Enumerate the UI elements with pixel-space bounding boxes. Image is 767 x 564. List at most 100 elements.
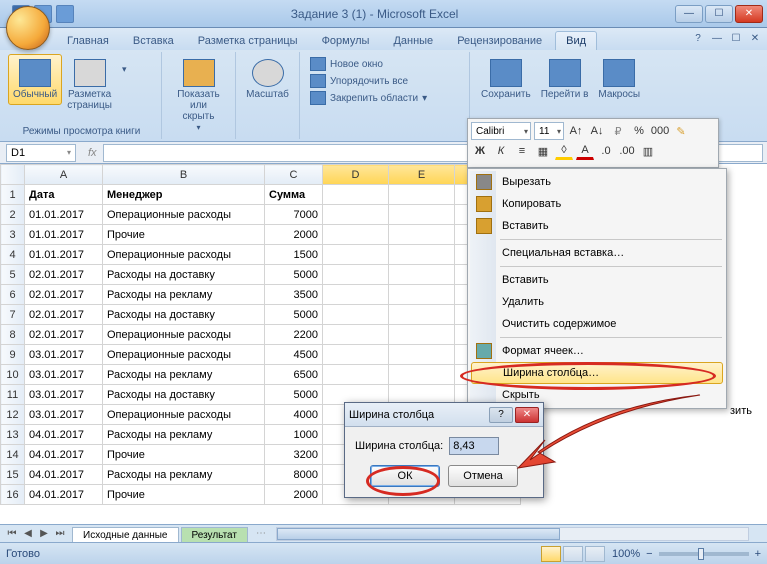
cell[interactable]: 4500 xyxy=(265,345,323,365)
office-button[interactable] xyxy=(6,6,50,50)
zoom-in-button[interactable]: + xyxy=(755,548,761,560)
tab-pagelayout[interactable]: Разметка страницы xyxy=(187,31,309,50)
paint-icon[interactable]: ✎ xyxy=(672,122,690,140)
cell[interactable] xyxy=(323,245,389,265)
new-window-button[interactable]: Новое окно xyxy=(310,56,459,72)
cell[interactable]: 3500 xyxy=(265,285,323,305)
zoom-level[interactable]: 100% xyxy=(612,548,640,560)
tab-review[interactable]: Рецензирование xyxy=(446,31,553,50)
cell[interactable]: Операционные расходы xyxy=(103,205,265,225)
cell[interactable] xyxy=(323,225,389,245)
tab-insert[interactable]: Вставка xyxy=(122,31,185,50)
page-break-view-icon[interactable] xyxy=(585,546,605,562)
col-header-C[interactable]: C xyxy=(265,165,323,185)
cell[interactable]: 01.01.2017 xyxy=(25,225,103,245)
cell[interactable] xyxy=(389,325,455,345)
cell[interactable]: Операционные расходы xyxy=(103,325,265,345)
tab-data[interactable]: Данные xyxy=(382,31,444,50)
cell[interactable] xyxy=(323,365,389,385)
cell[interactable] xyxy=(389,185,455,205)
align-center-icon[interactable]: ≡ xyxy=(513,142,531,160)
decrease-decimal-icon[interactable]: .0 xyxy=(597,142,615,160)
cell[interactable]: 03.01.2017 xyxy=(25,405,103,425)
arrange-all-button[interactable]: Упорядочить все xyxy=(310,73,459,89)
cell[interactable]: Сумма xyxy=(265,185,323,205)
cell[interactable]: 5000 xyxy=(265,385,323,405)
minimize-ribbon-icon[interactable]: — xyxy=(709,30,725,46)
macros-button[interactable]: Макросы xyxy=(593,54,645,105)
accounting-format-icon[interactable]: ₽ xyxy=(609,122,627,140)
zoom-slider[interactable] xyxy=(659,552,749,556)
cell[interactable]: 02.01.2017 xyxy=(25,325,103,345)
bold-icon[interactable]: Ж xyxy=(471,142,489,160)
col-header-E[interactable]: E xyxy=(389,165,455,185)
cell[interactable] xyxy=(389,245,455,265)
sheet-tab-1[interactable]: Исходные данные xyxy=(72,527,179,543)
row-header[interactable]: 11 xyxy=(1,385,25,405)
cell[interactable]: Операционные расходы xyxy=(103,245,265,265)
cell[interactable]: 02.01.2017 xyxy=(25,265,103,285)
freeze-panes-button[interactable]: Закрепить области ▾ xyxy=(310,90,459,106)
close-doc-icon[interactable]: ✕ xyxy=(747,30,763,46)
sheet-tab-2[interactable]: Результат xyxy=(181,527,248,543)
cell[interactable] xyxy=(389,365,455,385)
restore-icon[interactable]: ☐ xyxy=(728,30,744,46)
ctx-cut[interactable]: Вырезать xyxy=(470,171,724,193)
cell[interactable] xyxy=(323,185,389,205)
cell[interactable]: Дата xyxy=(25,185,103,205)
maximize-button[interactable]: ☐ xyxy=(705,5,733,23)
ctx-paste-special[interactable]: Специальная вставка… xyxy=(470,242,724,264)
tab-formulas[interactable]: Формулы xyxy=(311,31,381,50)
normal-view-icon[interactable] xyxy=(541,546,561,562)
cell[interactable] xyxy=(323,325,389,345)
cell[interactable]: Расходы на доставку xyxy=(103,385,265,405)
cell[interactable]: Расходы на рекламу xyxy=(103,365,265,385)
cell[interactable]: 01.01.2017 xyxy=(25,245,103,265)
cell[interactable] xyxy=(389,305,455,325)
cell[interactable]: Прочие xyxy=(103,225,265,245)
italic-icon[interactable]: К xyxy=(492,142,510,160)
cell[interactable]: 1500 xyxy=(265,245,323,265)
row-header[interactable]: 9 xyxy=(1,345,25,365)
merge-icon[interactable]: ▥ xyxy=(639,142,657,160)
cell[interactable]: Операционные расходы xyxy=(103,405,265,425)
cell[interactable]: 03.01.2017 xyxy=(25,365,103,385)
ctx-clear[interactable]: Очистить содержимое xyxy=(470,313,724,335)
cell[interactable]: 7000 xyxy=(265,205,323,225)
cell[interactable] xyxy=(389,205,455,225)
cell[interactable]: Расходы на рекламу xyxy=(103,465,265,485)
save-workspace-button[interactable]: Сохранить xyxy=(476,54,536,105)
row-header[interactable]: 4 xyxy=(1,245,25,265)
cell[interactable]: Расходы на рекламу xyxy=(103,285,265,305)
cell[interactable] xyxy=(323,305,389,325)
ok-button[interactable]: ОК xyxy=(370,465,440,487)
font-select[interactable]: Calibri xyxy=(471,122,531,140)
row-header[interactable]: 14 xyxy=(1,445,25,465)
cell[interactable]: Операционные расходы xyxy=(103,345,265,365)
increase-decimal-icon[interactable]: .00 xyxy=(618,142,636,160)
row-header[interactable]: 5 xyxy=(1,265,25,285)
normal-view-button[interactable]: Обычный xyxy=(8,54,62,105)
borders-icon[interactable]: ▦ xyxy=(534,142,552,160)
cell[interactable]: 04.01.2017 xyxy=(25,485,103,505)
column-width-input[interactable]: 8,43 xyxy=(449,437,499,455)
cell[interactable]: 03.01.2017 xyxy=(25,345,103,365)
name-box[interactable]: D1▾ xyxy=(6,144,76,162)
h-scrollbar[interactable] xyxy=(276,527,749,541)
cell[interactable]: 2000 xyxy=(265,485,323,505)
close-button[interactable]: ✕ xyxy=(735,5,763,23)
row-header[interactable]: 15 xyxy=(1,465,25,485)
zoom-button[interactable]: Масштаб xyxy=(242,54,293,105)
comma-icon[interactable]: 000 xyxy=(651,122,669,140)
cell[interactable] xyxy=(323,345,389,365)
cell[interactable] xyxy=(389,345,455,365)
switch-windows-button[interactable]: Перейти в xyxy=(536,54,594,105)
row-header[interactable]: 1 xyxy=(1,185,25,205)
size-select[interactable]: 11 xyxy=(534,122,564,140)
ctx-format-cells[interactable]: Формат ячеек… xyxy=(470,340,724,362)
cell[interactable]: 04.01.2017 xyxy=(25,465,103,485)
grow-font-icon[interactable]: A↑ xyxy=(567,122,585,140)
cell[interactable]: 02.01.2017 xyxy=(25,285,103,305)
row-header[interactable]: 6 xyxy=(1,285,25,305)
dialog-help-button[interactable]: ? xyxy=(489,407,513,423)
